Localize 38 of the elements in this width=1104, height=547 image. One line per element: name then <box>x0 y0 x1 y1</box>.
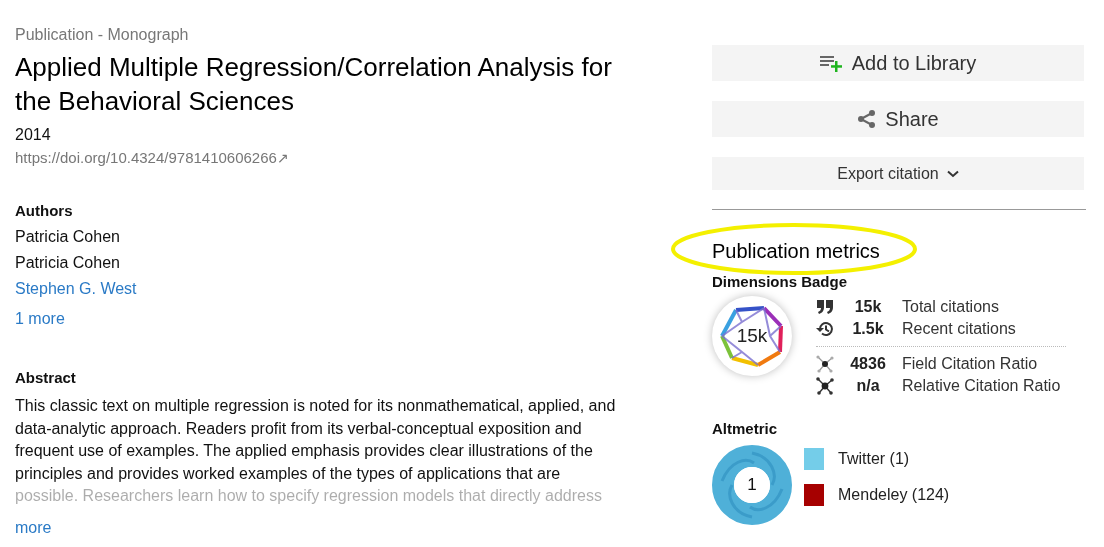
quote-icon <box>817 300 833 314</box>
legend-label: Mendeley (124) <box>838 485 950 505</box>
section-heading: Authors <box>15 201 74 221</box>
add-to-list-icon <box>819 54 844 72</box>
section-heading: Altmetric <box>712 419 779 439</box>
author-name: Patricia Cohen <box>15 253 120 273</box>
metric-label: Field Citation Ratio <box>902 354 1038 374</box>
metric-label: Recent citations <box>902 319 1016 339</box>
metrics-heading: Publication metrics <box>712 239 880 264</box>
metric-value: 1.5k <box>851 319 885 339</box>
publication-title: Applied Multiple Regression/Correlation Analysis for the Behavioral Sciences <box>15 51 613 118</box>
share-button[interactable]: Share <box>712 101 1084 137</box>
metric-label: Total citations <box>902 297 999 317</box>
network-icon <box>816 355 834 373</box>
section-heading: Dimensions Badge <box>712 272 849 292</box>
author-link[interactable]: Stephen G. West <box>15 278 137 300</box>
legend-label: Twitter (1) <box>838 449 910 469</box>
share-icon <box>857 109 878 129</box>
chevron-down-icon <box>946 169 959 178</box>
metric-value: 4836 <box>849 354 887 374</box>
doi-link[interactable]: https://doi.org/10.4324/9781410606266 <box>15 148 277 168</box>
metric-value: n/a <box>855 376 881 396</box>
publication-year: 2014 <box>15 125 52 145</box>
altmetric-score: 1 <box>746 474 758 496</box>
author-name: Patricia Cohen <box>15 227 120 247</box>
external-link-icon: ↗ <box>276 148 289 168</box>
publication-type: Publication - Monograph <box>15 25 190 45</box>
export-button[interactable]: Export citation <box>712 157 1084 190</box>
section-heading: Abstract <box>15 368 77 388</box>
more-link[interactable]: more <box>15 517 52 539</box>
metric-label: Relative Citation Ratio <box>902 376 1061 396</box>
badge-score: 15k <box>736 323 768 348</box>
metric-value: 15k <box>853 297 883 317</box>
more-authors-link[interactable]: 1 more <box>15 308 65 330</box>
history-icon <box>816 321 834 337</box>
network-icon <box>816 377 834 395</box>
abstract-text: This classic text on multiple regression is noted for its nonmathematical, applied, and data-analytic approach. Readers profit from its verbal-conceptual exposition and frequent use of examples. The applied emphasis provides clear illustrations of the principles and provides worked examples of the types of applications that are possible. Researchers learn how to specify regression models that directly address <box>15 396 617 506</box>
library-button[interactable]: Add to Library <box>712 45 1084 81</box>
